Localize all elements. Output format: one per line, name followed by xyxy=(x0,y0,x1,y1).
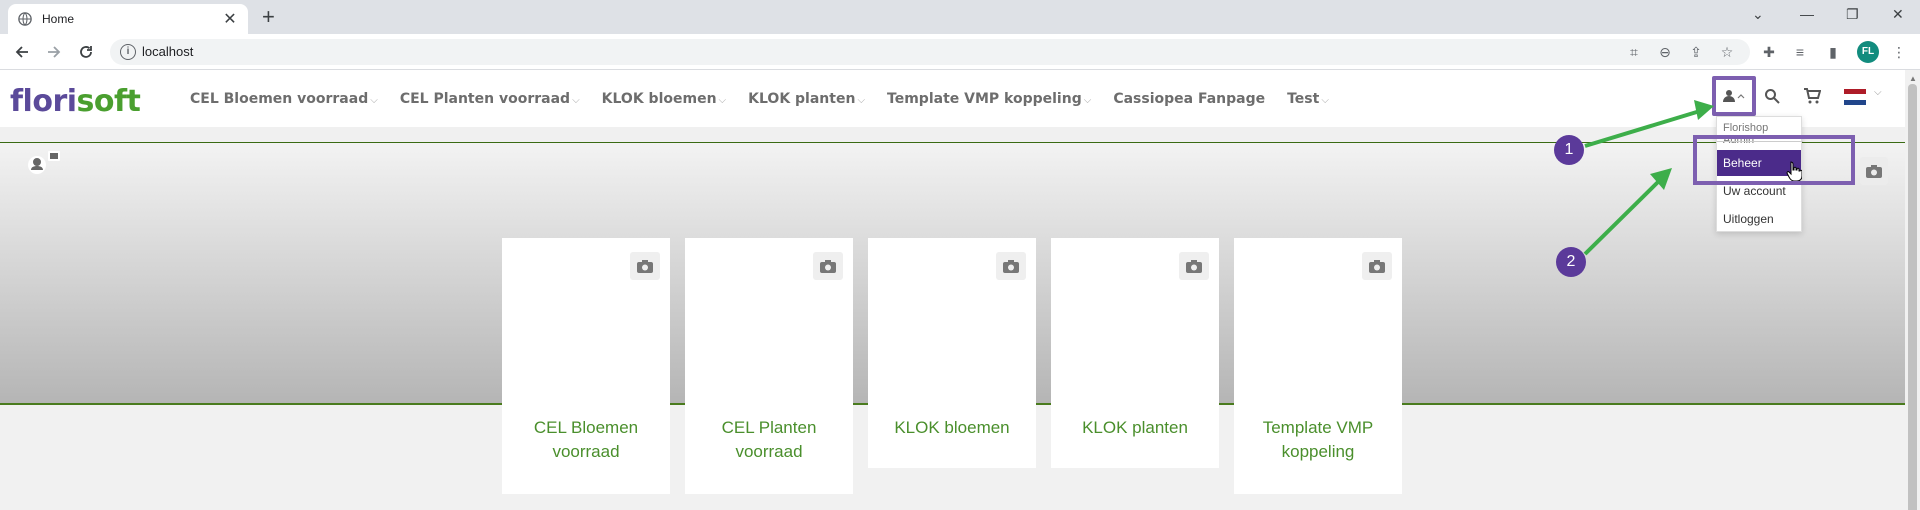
main-menu: CEL Bloemen voorraad ⌵ CEL Planten voorraa… xyxy=(190,91,1351,107)
tab-title: Home xyxy=(42,12,75,26)
menu-item-test[interactable]: Test ⌵ xyxy=(1287,91,1329,107)
menu-item-klok-bloemen[interactable]: KLOK bloemen ⌵ xyxy=(602,91,726,107)
logo-text-flori: flori xyxy=(10,84,77,119)
category-card[interactable]: KLOK bloemen xyxy=(868,238,1036,468)
menu-item-label: KLOK planten xyxy=(748,91,856,107)
camera-icon[interactable] xyxy=(813,252,843,280)
chevron-down-icon: ⌵ xyxy=(718,95,727,106)
side-panel-icon[interactable]: ▮ xyxy=(1824,43,1842,61)
chevron-down-icon: ⌵ xyxy=(857,95,866,106)
chrome-menu-icon[interactable]: ⋮ xyxy=(1890,43,1908,61)
card-image xyxy=(1051,238,1219,406)
camera-icon[interactable] xyxy=(996,252,1026,280)
camera-icon[interactable] xyxy=(1362,252,1392,280)
reading-list-icon[interactable]: ≡ xyxy=(1791,43,1809,61)
zoom-icon[interactable]: ⊖ xyxy=(1656,43,1674,61)
page-scrollbar[interactable]: ▲ xyxy=(1905,70,1920,510)
banner-edit-icon[interactable] xyxy=(22,150,62,181)
category-card[interactable]: CEL Planten voorraad xyxy=(685,238,853,494)
beheer-highlight-box xyxy=(1693,135,1855,185)
menu-item-cel-bloemen-voorraad[interactable]: CEL Bloemen voorraad ⌵ xyxy=(190,91,378,107)
bookmark-star-icon[interactable]: ☆ xyxy=(1718,43,1736,61)
browser-tab-strip: Home ✕ + ⌄ — ❐ ✕ xyxy=(0,0,1920,34)
browser-tab[interactable]: Home ✕ xyxy=(8,4,248,34)
card-image xyxy=(685,238,853,406)
tab-close-icon[interactable]: ✕ xyxy=(222,9,238,29)
card-label[interactable]: Template VMP koppeling xyxy=(1234,406,1402,464)
url-text: localhost xyxy=(142,44,194,59)
card-label[interactable]: KLOK planten xyxy=(1051,406,1219,440)
share-icon[interactable]: ⇪ xyxy=(1687,43,1705,61)
card-image xyxy=(502,238,670,406)
search-icon[interactable] xyxy=(1764,88,1780,108)
category-card[interactable]: Template VMP koppeling xyxy=(1234,238,1402,494)
address-bar[interactable]: i localhost xyxy=(110,39,1750,65)
translate-icon[interactable]: ⌗ xyxy=(1625,43,1643,61)
site-header: florisoft CEL Bloemen voorraad ⌵ CEL Plant… xyxy=(0,70,1905,127)
menu-item-label: Template VMP koppeling xyxy=(887,91,1082,107)
menu-item-cel-planten-voorraad[interactable]: CEL Planten voorraad ⌵ xyxy=(400,91,580,107)
new-tab-button[interactable]: + xyxy=(262,6,275,28)
menu-item-klok-planten[interactable]: KLOK planten ⌵ xyxy=(748,91,865,107)
banner-camera-icon[interactable] xyxy=(1860,157,1888,185)
chevron-down-icon: ⌵ xyxy=(1321,95,1329,106)
menu-item-label: CEL Bloemen voorraad xyxy=(190,91,369,107)
camera-icon[interactable] xyxy=(630,252,660,280)
florisoft-logo[interactable]: florisoft xyxy=(10,84,141,119)
extensions-icon[interactable]: ✚ xyxy=(1760,43,1778,61)
scroll-up-icon[interactable]: ▲ xyxy=(1909,74,1917,83)
minimize-button[interactable]: — xyxy=(1800,6,1814,22)
hand-cursor-icon xyxy=(1786,161,1803,186)
scrollbar-thumb[interactable] xyxy=(1908,84,1917,510)
menu-item-label: CEL Planten voorraad xyxy=(399,91,571,107)
menu-item-cassiopea-fanpage[interactable]: Cassiopea Fanpage xyxy=(1113,91,1265,107)
menu-item-uw-account[interactable]: Uw account xyxy=(1723,184,1786,198)
language-chevron-icon[interactable]: ⌵ xyxy=(1874,87,1882,98)
category-card[interactable]: KLOK planten xyxy=(1051,238,1219,468)
card-image xyxy=(868,238,1036,406)
user-menu-button[interactable] xyxy=(1712,76,1756,116)
logo-text-soft: soft xyxy=(76,84,141,119)
card-label[interactable]: KLOK bloemen xyxy=(868,406,1036,440)
close-window-button[interactable]: ✕ xyxy=(1892,6,1904,23)
user-icon xyxy=(1723,90,1745,102)
browser-toolbar: i localhost ⌗ ⊖ ⇪ ☆ ✚ ≡ ▮ FL ⋮ xyxy=(0,34,1920,70)
category-card[interactable]: CEL Bloemen voorraad xyxy=(502,238,670,494)
profile-avatar[interactable]: FL xyxy=(1857,41,1879,63)
card-image xyxy=(1234,238,1402,406)
card-label[interactable]: CEL Planten voorraad xyxy=(685,406,853,464)
camera-icon[interactable] xyxy=(1179,252,1209,280)
card-label[interactable]: CEL Bloemen voorraad xyxy=(502,406,670,464)
annotation-badge-1: 1 xyxy=(1554,135,1584,165)
menu-item-label: Cassiopea Fanpage xyxy=(1113,91,1266,107)
chevron-down-icon: ⌵ xyxy=(370,95,378,106)
chevron-down-icon: ⌵ xyxy=(1083,95,1092,106)
cart-icon[interactable] xyxy=(1803,88,1822,108)
forward-icon[interactable] xyxy=(44,42,64,62)
menu-item-template-vmp-koppeling[interactable]: Template VMP koppeling ⌵ xyxy=(887,91,1091,107)
restore-button[interactable]: ❐ xyxy=(1846,6,1859,23)
menu-item-label: KLOK bloemen xyxy=(601,91,717,107)
globe-icon xyxy=(18,12,32,26)
menu-item-label: Test xyxy=(1287,91,1320,107)
site-info-icon[interactable]: i xyxy=(120,44,136,60)
annotation-badge-2: 2 xyxy=(1556,247,1586,277)
tab-search-icon[interactable]: ⌄ xyxy=(1752,6,1764,23)
reload-icon[interactable] xyxy=(76,42,96,62)
chevron-down-icon: ⌵ xyxy=(572,95,580,106)
menu-item-uitloggen[interactable]: Uitloggen xyxy=(1723,212,1774,226)
back-icon[interactable] xyxy=(12,42,32,62)
dutch-flag-icon[interactable] xyxy=(1844,89,1866,105)
